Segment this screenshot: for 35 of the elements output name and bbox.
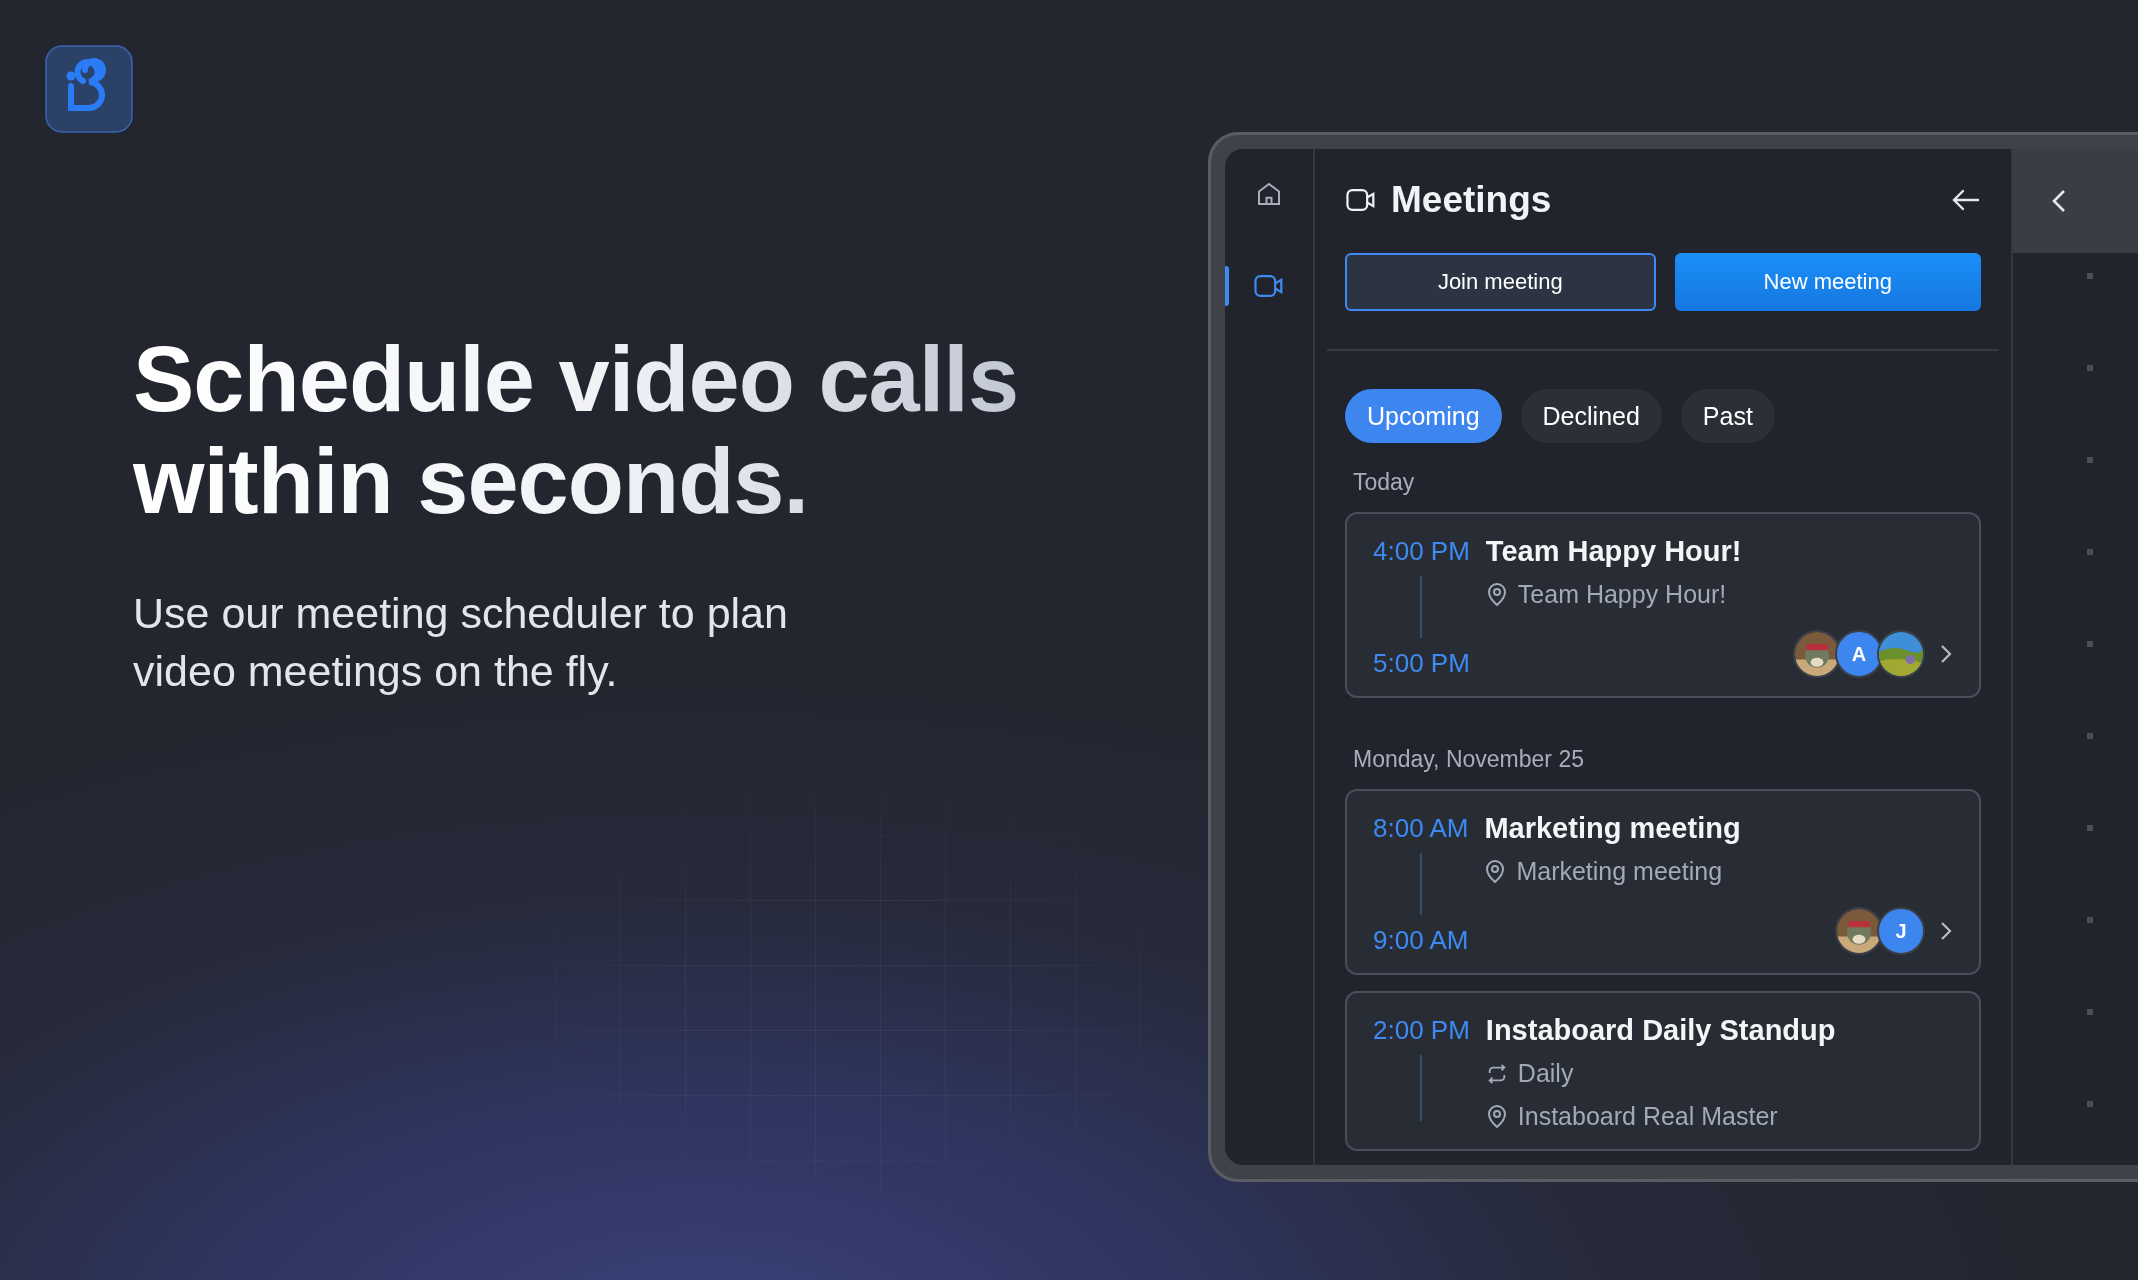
back-arrow-icon[interactable]: [1951, 188, 1981, 212]
start-time: 8:00 AM: [1373, 813, 1469, 843]
filter-tab[interactable]: Declined: [1520, 389, 1662, 443]
repeat-icon: [1485, 1061, 1508, 1086]
meeting-card[interactable]: 8:00 AM 9:00 AM Marketing meeting Marketing meeting J: [1345, 789, 1981, 975]
meeting-title: Team Happy Hour!: [1485, 536, 1743, 566]
location-pin-icon: [1485, 1104, 1508, 1129]
location-text: Team Happy Hour!: [1517, 580, 1727, 609]
meeting-card[interactable]: 4:00 PM 5:00 PM Team Happy Hour! Team Happy Hour! A: [1345, 512, 1981, 698]
location-pin-icon: [1484, 859, 1507, 884]
date-heading: Today: [1352, 468, 1416, 497]
end-time: 5:00 PM: [1373, 648, 1470, 678]
end-time: 9:00 AM: [1373, 925, 1469, 955]
meeting-title: Instaboard Daily Standup: [1485, 1015, 1837, 1045]
filter-tab[interactable]: Past: [1680, 389, 1775, 443]
chevron-left-icon[interactable]: [2051, 188, 2067, 214]
chevron-right-icon[interactable]: [1939, 643, 1953, 665]
filter-tab[interactable]: Upcoming: [1345, 389, 1502, 443]
new-meeting-button[interactable]: New meeting: [1674, 253, 1981, 311]
location-text: Marketing meeting: [1516, 857, 1723, 886]
location-text: Instaboard Real Master: [1517, 1102, 1778, 1131]
video-camera-icon: [1253, 272, 1285, 300]
chevron-right-icon[interactable]: [1939, 920, 1953, 942]
start-time: 4:00 PM: [1373, 536, 1470, 566]
avatar: J: [1877, 907, 1925, 955]
meeting-title: Marketing meeting: [1484, 813, 1742, 843]
location-pin-icon: [1485, 582, 1508, 607]
subtitle: Use our meeting scheduler to plan video meetings on the fly.: [133, 588, 789, 697]
start-time: 2:00 PM: [1373, 1015, 1470, 1045]
join-meeting-button[interactable]: Join meeting: [1345, 253, 1656, 311]
video-camera-icon: [1345, 186, 1377, 214]
recurrence-text: Daily: [1517, 1059, 1574, 1088]
panel-title: Meetings: [1391, 179, 1553, 221]
meeting-card[interactable]: 2:00 PM Instaboard Daily Standup Daily Instaboard Real Master: [1345, 991, 1981, 1151]
date-heading: Monday, November 25: [1352, 745, 1585, 774]
